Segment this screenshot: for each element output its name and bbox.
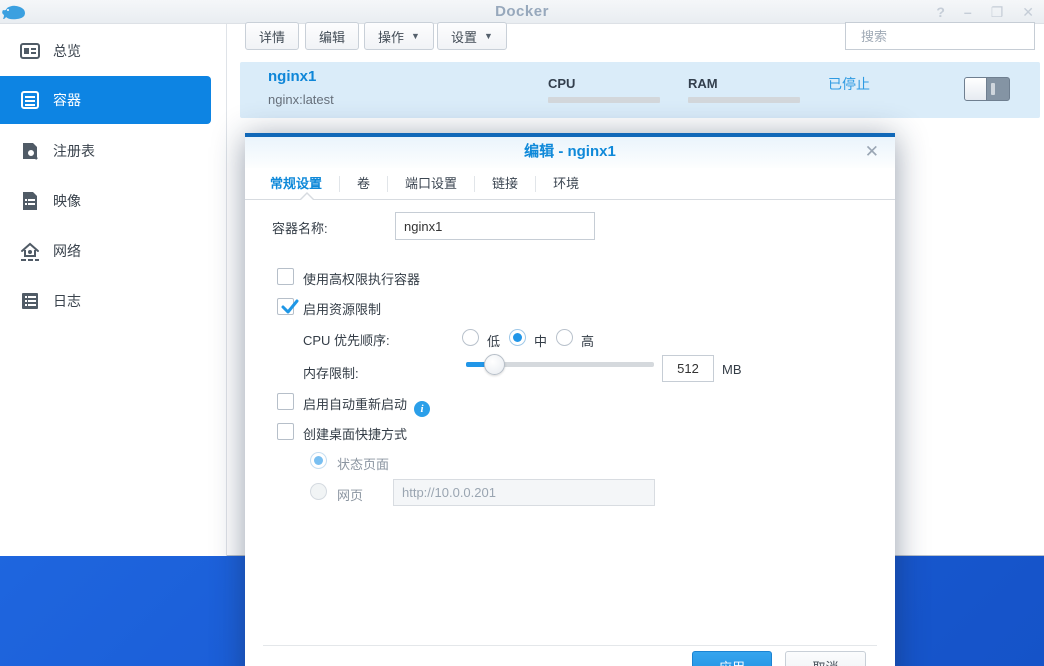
container-name-input[interactable]	[395, 212, 595, 240]
cpu-low-label: 低	[487, 331, 500, 350]
cancel-button[interactable]: 取消	[785, 651, 866, 666]
sidebar-item-overview[interactable]: 总览	[0, 38, 211, 64]
sidebar: 总览 容器 注册表 映像 网络	[0, 24, 227, 556]
sidebar-item-container[interactable]: 容器	[0, 76, 211, 124]
cpu-high-radio[interactable]	[556, 329, 573, 346]
network-icon	[18, 239, 42, 263]
ram-label: RAM	[688, 76, 718, 91]
sidebar-item-label: 总览	[53, 41, 81, 61]
power-toggle[interactable]	[964, 77, 1010, 101]
overview-icon	[18, 39, 42, 63]
container-icon	[18, 88, 42, 112]
chevron-down-icon: ▼	[411, 31, 420, 41]
cpu-medium-label: 中	[534, 331, 547, 350]
web-url-input[interactable]	[393, 479, 655, 506]
status-page-radio[interactable]	[310, 452, 327, 469]
sidebar-item-image[interactable]: 映像	[0, 188, 211, 214]
ram-meter-bar	[688, 97, 800, 103]
window-titlebar: Docker ? – ❐ ✕	[0, 0, 1044, 24]
container-row-nginx1[interactable]: nginx1 nginx:latest CPU RAM 已停止	[240, 62, 1040, 118]
details-button[interactable]: 详情	[245, 22, 299, 50]
cpu-meter-bar	[548, 97, 660, 103]
maximize-icon[interactable]: ❐	[991, 5, 1004, 19]
close-dialog-icon[interactable]: ✕	[865, 142, 879, 162]
sidebar-item-label: 容器	[53, 90, 81, 110]
status-badge: 已停止	[828, 74, 870, 94]
memory-value-input[interactable]	[662, 355, 714, 382]
resource-limit-label: 启用资源限制	[303, 299, 381, 318]
window-title: Docker	[0, 0, 1044, 24]
container-name-label: 容器名称:	[272, 218, 328, 237]
active-tab-notch	[300, 194, 314, 201]
sidebar-item-network[interactable]: 网络	[0, 238, 211, 264]
memory-unit-label: MB	[722, 362, 742, 377]
help-icon[interactable]: ?	[936, 5, 945, 19]
dialog-tabbar: 常规设置 卷 端口设置 链接 环境	[245, 168, 895, 200]
sidebar-item-label: 映像	[53, 191, 81, 211]
auto-restart-checkbox[interactable]	[277, 393, 294, 410]
cpu-label: CPU	[548, 76, 575, 91]
dialog-title: 编辑 - nginx1	[245, 137, 895, 167]
tab-environment[interactable]: 环境	[536, 175, 596, 193]
desktop-shortcut-label: 创建桌面快捷方式	[303, 424, 407, 443]
toggle-on-mark	[991, 83, 995, 95]
tab-port-settings[interactable]: 端口设置	[388, 175, 474, 193]
sidebar-item-label: 日志	[53, 291, 81, 311]
sidebar-item-label: 注册表	[53, 141, 95, 161]
sidebar-item-log[interactable]: 日志	[0, 288, 211, 314]
desktop-shortcut-checkbox[interactable]	[277, 423, 294, 440]
sidebar-item-registry[interactable]: 注册表	[0, 138, 211, 164]
search-box	[845, 22, 1035, 50]
container-image: nginx:latest	[268, 92, 334, 107]
cpu-high-label: 高	[581, 331, 594, 350]
cpu-priority-label: CPU 优先顺序:	[303, 330, 390, 349]
close-window-icon[interactable]: ✕	[1022, 5, 1034, 19]
tab-volume[interactable]: 卷	[340, 175, 387, 193]
high-privilege-checkbox[interactable]	[277, 268, 294, 285]
registry-icon	[18, 139, 42, 163]
edit-container-dialog: 编辑 - nginx1 ✕ 常规设置 卷 端口设置 链接 环境 容器名称: 使用…	[245, 133, 895, 666]
cpu-medium-radio[interactable]	[509, 329, 526, 346]
dialog-header: 编辑 - nginx1	[245, 137, 895, 168]
toggle-knob	[965, 78, 987, 100]
memory-slider-knob[interactable]	[484, 354, 505, 375]
web-page-radio[interactable]	[310, 483, 327, 500]
search-input[interactable]	[861, 29, 1037, 44]
tab-links[interactable]: 链接	[475, 175, 535, 193]
container-name[interactable]: nginx1	[268, 68, 316, 85]
window-controls: ? – ❐ ✕	[936, 0, 1034, 24]
check-icon	[279, 296, 301, 318]
sidebar-item-label: 网络	[53, 241, 81, 261]
cpu-low-radio[interactable]	[462, 329, 479, 346]
dialog-footer-divider	[263, 645, 877, 646]
log-icon	[18, 289, 42, 313]
memory-limit-label: 内存限制:	[303, 363, 359, 382]
image-icon	[18, 189, 42, 213]
minimize-icon[interactable]: –	[964, 5, 972, 19]
apply-button[interactable]: 应用	[692, 651, 772, 666]
info-icon[interactable]: i	[414, 401, 430, 417]
action-dropdown-button[interactable]: 操作▼	[364, 22, 434, 50]
edit-button[interactable]: 编辑	[305, 22, 359, 50]
settings-dropdown-button[interactable]: 设置▼	[437, 22, 507, 50]
web-page-label: 网页	[337, 485, 363, 504]
status-page-label: 状态页面	[337, 454, 389, 473]
auto-restart-label: 启用自动重新启动i	[303, 394, 430, 417]
chevron-down-icon: ▼	[484, 31, 493, 41]
resource-limit-checkbox[interactable]	[277, 298, 294, 315]
high-privilege-label: 使用高权限执行容器	[303, 269, 420, 288]
tab-general-settings[interactable]: 常规设置	[253, 175, 339, 193]
